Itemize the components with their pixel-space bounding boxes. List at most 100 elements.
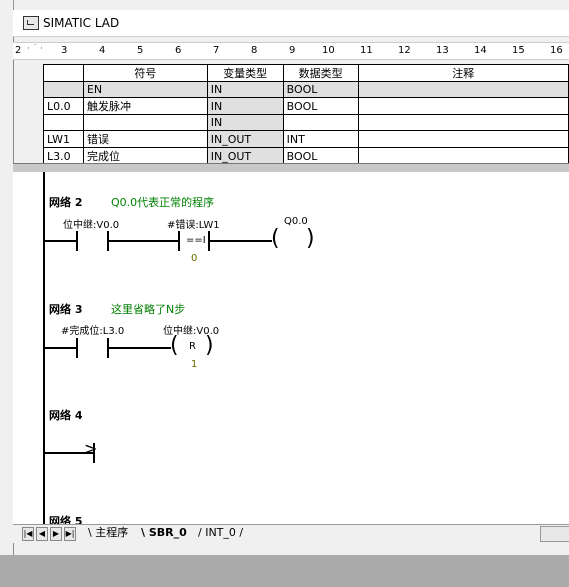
cursor-arrow-icon[interactable]: > xyxy=(84,440,97,458)
comment-cell[interactable] xyxy=(357,130,569,148)
tab-sbr0-label: SBR_0 xyxy=(148,526,187,539)
table-row[interactable]: EN IN BOOL xyxy=(43,81,569,98)
variable-table: 符号 变量类型 数据类型 注释 EN IN BOOL L0.0 触发脉冲 IN … xyxy=(43,64,569,165)
ruler-start: 2 xyxy=(15,45,22,56)
table-row[interactable]: IN xyxy=(43,114,569,131)
tab-int0[interactable]: / INT_0 / xyxy=(198,526,243,540)
network-title[interactable]: 网络 3 xyxy=(49,301,82,317)
network-title[interactable]: 网络 4 xyxy=(49,407,82,423)
next-tab-button[interactable]: ▶ xyxy=(50,527,62,541)
network-comment[interactable]: Q0.0代表正常的程序 xyxy=(111,194,214,210)
symbol-cell[interactable]: 错误 xyxy=(82,130,208,148)
var-type-cell[interactable]: IN_OUT xyxy=(206,130,284,148)
ruler-tick: 9 xyxy=(289,45,296,56)
data-type-cell[interactable]: BOOL xyxy=(282,147,359,165)
coil-right-paren[interactable]: ) xyxy=(306,228,315,250)
ruler-tick: 11 xyxy=(360,45,373,56)
last-tab-button[interactable]: ▶| xyxy=(64,527,76,541)
column-header-var-type[interactable]: 变量类型 xyxy=(206,64,284,82)
var-type-cell[interactable]: IN xyxy=(206,114,284,131)
coil-op[interactable]: R xyxy=(189,341,196,352)
column-header-data-type[interactable]: 数据类型 xyxy=(282,64,359,82)
wire xyxy=(109,347,171,349)
window-titlebar[interactable]: SIMATIC LAD xyxy=(13,10,569,37)
coil-label[interactable]: Q0.0 xyxy=(284,216,308,227)
compare-value[interactable]: 0 xyxy=(191,253,197,264)
status-area xyxy=(0,555,569,587)
addr-cell: L0.0 xyxy=(43,97,84,115)
coil-right-paren[interactable]: ) xyxy=(205,335,214,357)
addr-cell xyxy=(43,114,84,131)
column-header-comment[interactable]: 注释 xyxy=(357,64,569,82)
ruler-tick: 13 xyxy=(436,45,449,56)
data-type-cell[interactable] xyxy=(282,114,359,131)
ruler-tick: 15 xyxy=(512,45,525,56)
network-comment[interactable]: 这里省略了N步 xyxy=(111,301,185,317)
wire xyxy=(45,347,77,349)
horizontal-scrollbar[interactable] xyxy=(540,526,569,542)
ruler-tick: 4 xyxy=(99,45,106,56)
ruler-tick: 10 xyxy=(322,45,335,56)
window-title: SIMATIC LAD xyxy=(43,16,120,30)
var-type-cell[interactable]: IN_OUT xyxy=(206,147,284,165)
table-row[interactable]: L0.0 触发脉冲 IN BOOL xyxy=(43,97,569,115)
tab-main-label: 主程序 xyxy=(95,526,129,539)
tab-main[interactable]: \ 主程序 xyxy=(88,526,128,540)
contact-label[interactable]: 位中继:V0.0 xyxy=(63,216,119,231)
symbol-cell[interactable]: 完成位 xyxy=(82,147,208,165)
symbol-cell[interactable]: EN xyxy=(82,81,208,98)
tab-int0-label: INT_0 xyxy=(205,526,236,539)
left-frame xyxy=(0,0,14,587)
ruler-tick: 5 xyxy=(137,45,144,56)
first-tab-button[interactable]: |◀ xyxy=(22,527,34,541)
coil-left-paren[interactable]: ( xyxy=(170,335,179,357)
tab-sbr0[interactable]: \ SBR_0 xyxy=(141,526,187,540)
data-type-cell[interactable]: INT xyxy=(282,130,359,148)
coil-value[interactable]: 1 xyxy=(191,359,197,370)
coil-left-paren[interactable]: ( xyxy=(271,228,280,250)
lad-editor-icon xyxy=(23,16,39,30)
ruler-tick: 8 xyxy=(251,45,258,56)
program-tabs: |◀ ◀ ▶ ▶| \ 主程序 \ SBR_0 / INT_0 / xyxy=(13,524,569,543)
wire xyxy=(45,240,77,242)
comment-cell[interactable] xyxy=(357,147,569,165)
comment-cell[interactable] xyxy=(357,81,569,98)
contact-left-bar[interactable] xyxy=(76,338,78,358)
table-header-row: 符号 变量类型 数据类型 注释 xyxy=(43,64,569,82)
addr-cell: L3.0 xyxy=(43,147,84,165)
var-type-cell[interactable]: IN xyxy=(206,81,284,98)
ruler-tick: 7 xyxy=(213,45,220,56)
compare-op[interactable]: ==I xyxy=(186,235,206,246)
var-type-cell[interactable]: IN xyxy=(206,97,284,115)
comment-cell[interactable] xyxy=(357,97,569,115)
comment-cell[interactable] xyxy=(357,114,569,131)
column-ruler: 2 · ˙ · 3 4 5 6 7 8 9 10 11 12 13 14 15 … xyxy=(13,42,569,60)
ruler-tick: 6 xyxy=(175,45,182,56)
data-type-cell[interactable]: BOOL xyxy=(282,97,359,115)
contact-label[interactable]: #完成位:L3.0 xyxy=(61,322,124,337)
network-title[interactable]: 网络 5 xyxy=(49,513,82,524)
symbol-cell[interactable] xyxy=(82,114,208,131)
addr-cell xyxy=(43,81,84,98)
table-row[interactable]: LW1 错误 IN_OUT INT xyxy=(43,130,569,148)
table-row[interactable]: L3.0 完成位 IN_OUT BOOL xyxy=(43,147,569,165)
wire xyxy=(109,240,179,242)
addr-header xyxy=(43,64,84,82)
cursor-bar xyxy=(93,443,95,463)
network-title[interactable]: 网络 2 xyxy=(49,194,82,210)
ruler-tick: 16 xyxy=(550,45,563,56)
compare-label[interactable]: #错误:LW1 xyxy=(167,216,220,231)
ladder-editor[interactable]: 网络 2 Q0.0代表正常的程序 位中继:V0.0 #错误:LW1 ==I 0 … xyxy=(13,172,569,524)
addr-cell: LW1 xyxy=(43,130,84,148)
column-header-symbol[interactable]: 符号 xyxy=(82,64,208,82)
ruler-dots: · ˙ · xyxy=(27,44,43,54)
wire xyxy=(210,240,272,242)
prev-tab-button[interactable]: ◀ xyxy=(36,527,48,541)
symbol-cell[interactable]: 触发脉冲 xyxy=(82,97,208,115)
ruler-tick: 12 xyxy=(398,45,411,56)
data-type-cell[interactable]: BOOL xyxy=(282,81,359,98)
compare-left-bar[interactable] xyxy=(178,231,180,251)
ruler-tick: 14 xyxy=(474,45,487,56)
ruler-tick: 3 xyxy=(61,45,68,56)
contact-left-bar[interactable] xyxy=(76,231,78,251)
